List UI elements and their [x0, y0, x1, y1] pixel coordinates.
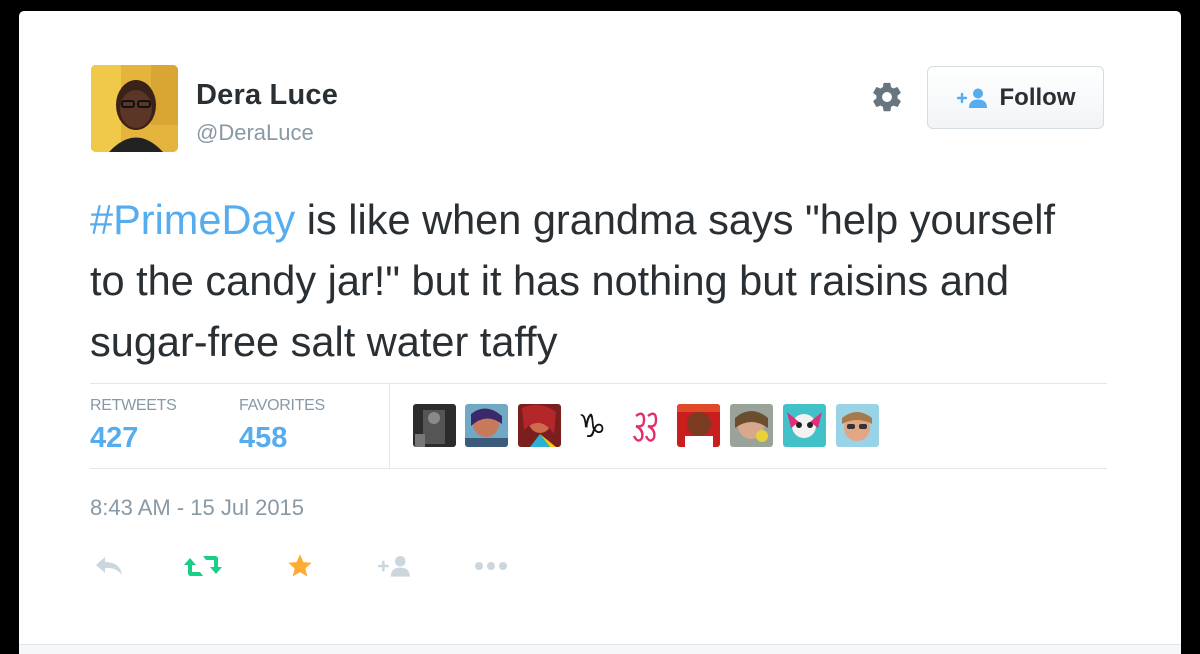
tweet-text: #PrimeDay is like when grandma says "hel… [90, 189, 1100, 372]
favoriter-avatar[interactable] [465, 404, 508, 447]
favoriter-avatar[interactable]: ♑ [571, 404, 614, 447]
favoriter-avatar[interactable] [624, 404, 667, 447]
favoriter-avatar[interactable] [783, 404, 826, 447]
favoriter-avatar[interactable] [730, 404, 773, 447]
gear-icon-graphic [873, 82, 901, 112]
display-name[interactable]: Dera Luce [196, 79, 338, 112]
reply-icon-graphic [96, 557, 122, 575]
user-avatar[interactable] [91, 65, 178, 152]
favoriter-avatar-image [730, 404, 773, 447]
favoriter-avatar-image [413, 404, 456, 447]
more-icon[interactable] [471, 551, 511, 581]
favoriter-avatar-image [783, 404, 826, 447]
svg-text:♑: ♑ [578, 407, 607, 445]
retweet-icon[interactable] [183, 551, 223, 581]
favoriter-avatar-image: ♑ [571, 404, 614, 447]
follow-button[interactable]: Follow [927, 66, 1104, 129]
gear-icon[interactable] [869, 79, 905, 115]
add-user-icon[interactable] [375, 551, 415, 581]
favoriter-avatar-image [624, 404, 667, 447]
hashtag-link[interactable]: #PrimeDay [90, 196, 295, 243]
favoriter-avatar[interactable] [413, 404, 456, 447]
favoriter-avatar-image [518, 404, 561, 447]
tweet-timestamp[interactable]: 8:43 AM - 15 Jul 2015 [90, 495, 304, 521]
retweets-label: RETWEETS [90, 397, 177, 414]
favoriter-avatar[interactable] [836, 404, 879, 447]
favoriter-avatar[interactable] [677, 404, 720, 447]
avatar-portrait [91, 65, 178, 152]
retweets-stat[interactable]: RETWEETS 427 [90, 397, 177, 455]
tweet-card: Dera Luce @DeraLuce Follow #PrimeDay is … [19, 11, 1181, 654]
favorites-stat[interactable]: FAVORITES 458 [239, 397, 325, 455]
more-icon-graphic [475, 562, 507, 570]
stats-top-divider [90, 383, 1107, 384]
retweets-count: 427 [90, 422, 139, 454]
card-footer-strip [19, 644, 1181, 654]
favoriter-avatar-image [836, 404, 879, 447]
favorites-label: FAVORITES [239, 397, 325, 414]
stats-vertical-divider [389, 383, 390, 468]
reply-icon[interactable] [89, 551, 129, 581]
favoriter-avatar[interactable] [518, 404, 561, 447]
favoriter-avatar-image [677, 404, 720, 447]
star-icon-graphic [288, 554, 312, 577]
follow-button-label: Follow [999, 83, 1076, 111]
star-icon[interactable] [280, 551, 320, 581]
retweet-icon-graphic [184, 556, 222, 576]
favoriter-avatar-image [465, 404, 508, 447]
add-user-icon-graphic [377, 555, 410, 577]
favorites-count: 458 [239, 422, 288, 454]
stats-bottom-divider [90, 468, 1107, 469]
add-user-icon [956, 88, 987, 108]
username[interactable]: @DeraLuce [196, 120, 314, 146]
